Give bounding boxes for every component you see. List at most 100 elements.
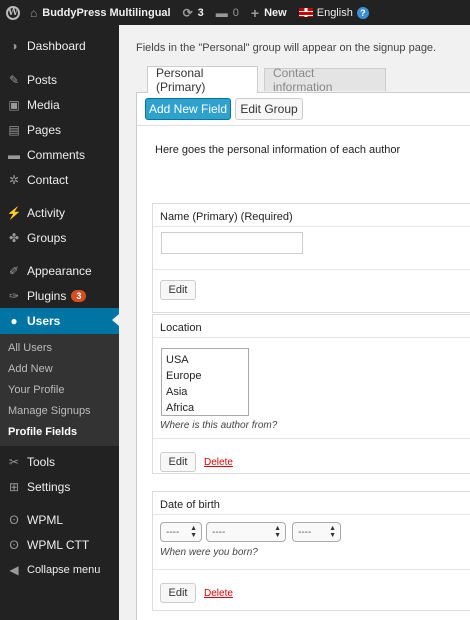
- option-africa[interactable]: Africa: [166, 400, 244, 416]
- sidebar-item-plugins[interactable]: ✑ Plugins 3: [0, 283, 119, 308]
- updates-count: 3: [197, 6, 204, 19]
- sidebar-item-activity[interactable]: ⚡ Activity: [0, 200, 119, 225]
- activity-icon: ⚡: [6, 205, 22, 220]
- day-select[interactable]: ---- ▲ ▼: [160, 522, 202, 542]
- sidebar-item-label: Settings: [27, 479, 71, 494]
- sidebar-item-tools[interactable]: ✂ Tools: [0, 449, 119, 474]
- site-name-link[interactable]: ⌂ BuddyPress Multilingual: [24, 0, 177, 25]
- submenu-item-profile-fields[interactable]: Profile Fields: [0, 421, 119, 442]
- help-icon[interactable]: ?: [356, 6, 369, 19]
- comments-link[interactable]: ▬ 0: [210, 0, 245, 25]
- sidebar-item-label: Users: [27, 314, 61, 328]
- signup-notice: Fields in the "Personal" group will appe…: [136, 42, 437, 54]
- main-content: Fields in the "Personal" group will appe…: [119, 25, 470, 620]
- option-asia[interactable]: Asia: [166, 384, 244, 400]
- sidebar-item-label: Appearance: [27, 263, 92, 278]
- sidebar-item-wpml-ctt[interactable]: ʘ WPML CTT: [0, 532, 119, 557]
- sidebar-item-media[interactable]: ▣ Media: [0, 92, 119, 117]
- comment-icon: ▬: [8, 147, 20, 162]
- refresh-icon: ⟳: [182, 5, 193, 20]
- group-description: Here goes the personal information of ea…: [155, 144, 401, 156]
- option-usa[interactable]: USA: [166, 352, 244, 368]
- sidebar-item-label: Dashboard: [27, 39, 86, 53]
- wordpress-logo-icon[interactable]: W: [2, 2, 24, 24]
- uk-flag-icon: [298, 8, 313, 17]
- sidebar-item-appearance[interactable]: ✐ Appearance: [0, 258, 119, 283]
- submenu-item-all-users[interactable]: All Users: [0, 337, 119, 358]
- divider: [153, 514, 470, 515]
- updown-arrows-icon: ▲ ▼: [274, 525, 281, 539]
- home-icon: ⌂: [30, 5, 38, 20]
- divider: [153, 569, 470, 570]
- add-new-field-button[interactable]: Add New Field: [145, 98, 231, 120]
- brush-icon: ✐: [8, 263, 20, 278]
- plug-icon: ✑: [8, 288, 20, 303]
- sidebar-item-posts[interactable]: ✎ Posts: [0, 67, 119, 92]
- media-icon: ▣: [8, 97, 20, 112]
- sidebar-item-comments[interactable]: ▬ Comments: [0, 142, 119, 167]
- edit-field-button[interactable]: Edit: [160, 583, 196, 603]
- divider: [153, 226, 470, 227]
- language-label: English: [316, 6, 353, 19]
- month-select-value: ----: [212, 526, 226, 538]
- location-select[interactable]: USA Europe Asia Africa: [161, 348, 249, 416]
- submenu-item-add-new[interactable]: Add New: [0, 358, 119, 379]
- collapse-icon: ◀: [9, 562, 19, 577]
- delete-field-link[interactable]: Delete: [204, 457, 233, 468]
- sidebar-item-label: WPML: [27, 512, 63, 527]
- divider: [153, 269, 470, 270]
- sidebar-item-contact[interactable]: ✲ Contact: [0, 167, 119, 192]
- sidebar-item-dashboard[interactable]: ◑ Dashboard: [0, 33, 119, 59]
- name-input[interactable]: [161, 232, 303, 254]
- option-europe[interactable]: Europe: [166, 368, 244, 384]
- month-select[interactable]: ---- ▲ ▼: [206, 522, 286, 542]
- sidebar-item-label: Contact: [27, 172, 69, 187]
- submenu-item-manage-signups[interactable]: Manage Signups: [0, 400, 119, 421]
- wpml-icon: ʘ: [9, 512, 19, 527]
- field-title: Date of birth: [160, 499, 220, 511]
- sidebar-item-groups[interactable]: ✤ Groups: [0, 225, 119, 250]
- sidebar-item-label: Media: [27, 97, 60, 112]
- edit-field-button[interactable]: Edit: [160, 452, 196, 472]
- sidebar-item-label: Plugins: [27, 288, 67, 303]
- sidebar-item-label: Posts: [27, 72, 58, 87]
- edit-group-button[interactable]: Edit Group: [235, 98, 303, 120]
- sidebar-item-users[interactable]: ● Users: [0, 308, 119, 334]
- profile-field-name[interactable]: Name (Primary) (Required) Edit: [152, 203, 470, 313]
- sidebar-item-label: Groups: [27, 230, 67, 245]
- new-label: New: [264, 6, 287, 19]
- year-select-value: ----: [298, 526, 312, 538]
- submenu-item-your-profile[interactable]: Your Profile: [0, 379, 119, 400]
- language-switcher[interactable]: English ?: [293, 0, 375, 25]
- admin-bar: W ⌂ BuddyPress Multilingual ⟳ 3 ▬ 0 + Ne…: [0, 0, 470, 25]
- pin-icon: ✎: [8, 72, 20, 87]
- field-description: Where is this author from?: [160, 420, 278, 431]
- plugins-update-badge: 3: [71, 289, 87, 302]
- field-description: When were you born?: [160, 547, 258, 558]
- wrench-icon: ✂: [8, 454, 20, 469]
- field-title: Name (Primary) (Required): [160, 211, 293, 223]
- wpml-ctt-icon: ʘ: [9, 537, 19, 552]
- sidebar-item-label: Collapse menu: [27, 563, 101, 576]
- admin-sidebar: ◑ Dashboard ✎ Posts ▣ Media ▤ Pages ▬ Co…: [0, 25, 119, 620]
- profile-field-date-of-birth[interactable]: Date of birth ---- ▲ ▼ ---- ▲ ▼ ---- ▲ ▼ Wh…: [152, 491, 470, 611]
- sidebar-item-settings[interactable]: ⊞ Settings: [0, 474, 119, 499]
- settings-icon: ⊞: [8, 479, 20, 494]
- updown-arrows-icon: ▲ ▼: [329, 525, 336, 539]
- divider: [153, 438, 470, 439]
- gear-icon: ✲: [8, 172, 20, 187]
- sidebar-item-label: Activity: [27, 205, 66, 220]
- new-content-link[interactable]: + New: [245, 0, 293, 25]
- edit-field-button[interactable]: Edit: [160, 280, 196, 300]
- profile-field-location[interactable]: Location USA Europe Asia Africa Where is…: [152, 314, 470, 474]
- tab-personal-primary[interactable]: Personal (Primary): [147, 66, 258, 94]
- user-icon: ●: [10, 314, 18, 328]
- collapse-menu-button[interactable]: ◀ Collapse menu: [0, 557, 119, 582]
- year-select[interactable]: ---- ▲ ▼: [292, 522, 341, 542]
- sidebar-item-wpml[interactable]: ʘ WPML: [0, 507, 119, 532]
- sidebar-item-pages[interactable]: ▤ Pages: [0, 117, 119, 142]
- tab-contact-information[interactable]: Contact information: [264, 66, 386, 94]
- page-icon: ▤: [8, 122, 20, 137]
- delete-field-link[interactable]: Delete: [204, 588, 233, 599]
- updates-link[interactable]: ⟳ 3: [177, 0, 210, 25]
